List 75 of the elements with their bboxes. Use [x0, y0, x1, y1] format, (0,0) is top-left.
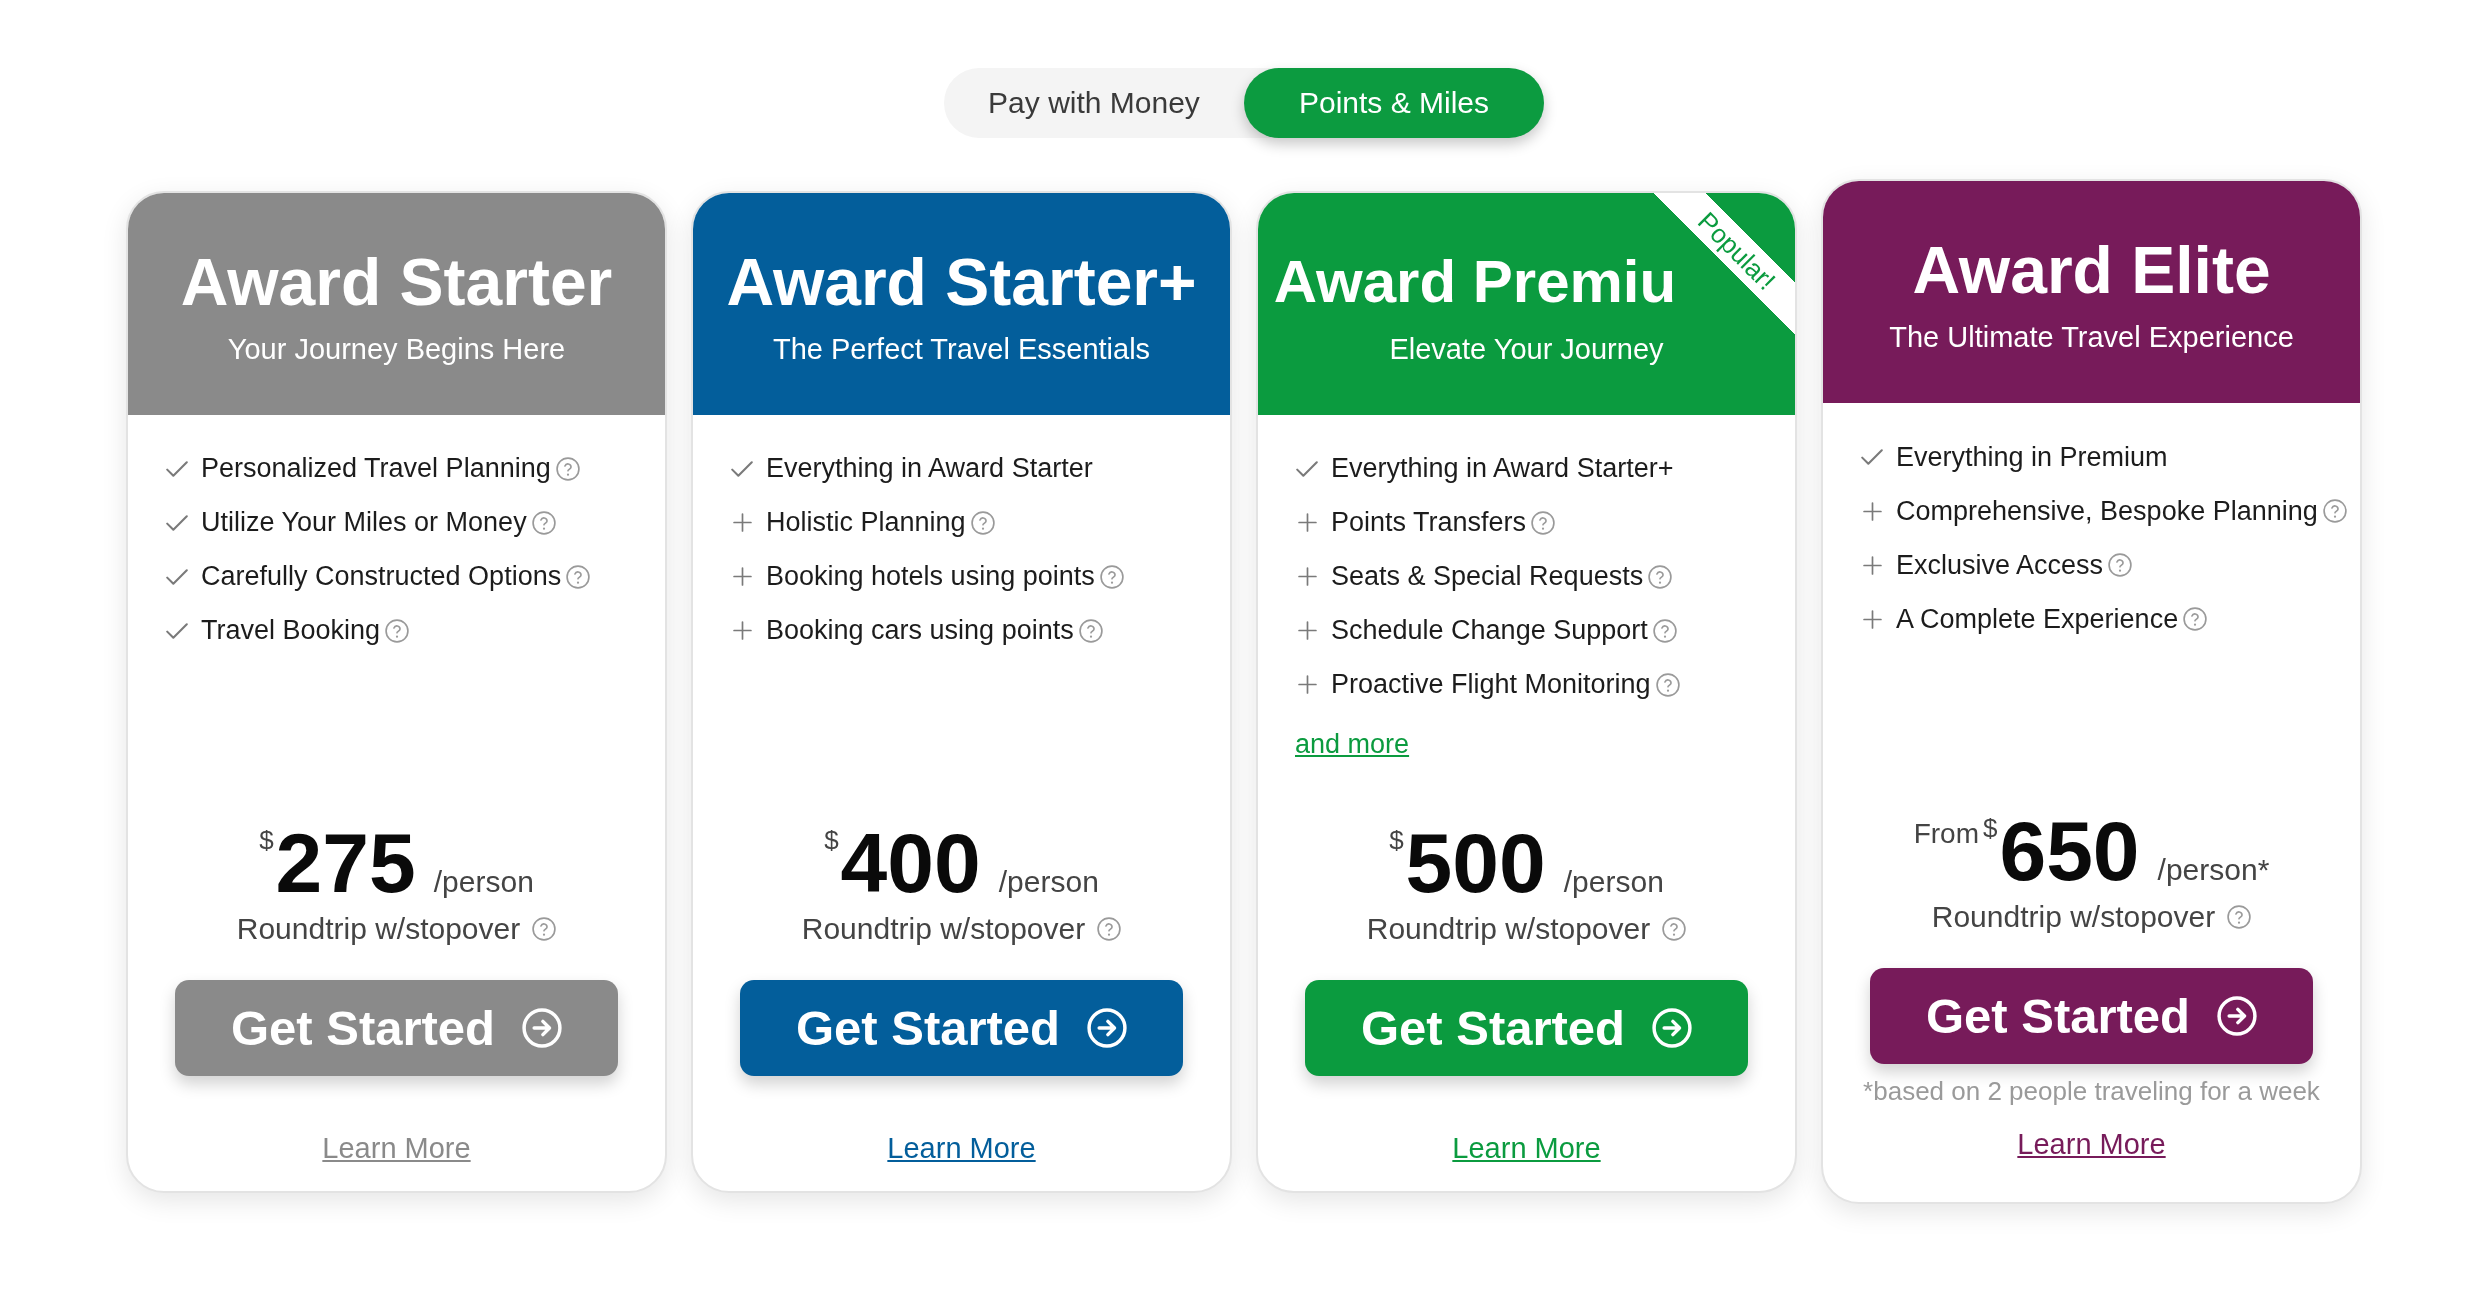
plan-title: Award Premiu: [1273, 248, 1677, 315]
currency-symbol: $: [259, 826, 274, 853]
arrow-right-circle-icon: [1087, 1007, 1128, 1048]
feature-text: Seats & Special Requests: [1331, 561, 1644, 592]
get-started-button[interactable]: Get Started: [740, 979, 1183, 1076]
check-icon: [166, 568, 188, 585]
check-icon: [1861, 449, 1883, 465]
plus-icon: [1297, 621, 1317, 640]
feature-text: Everything in Premium: [1896, 441, 2168, 473]
price-unit: /person: [1563, 864, 1664, 899]
feature-text: Travel Booking: [201, 615, 381, 646]
plus-icon: [1297, 675, 1317, 694]
feature-text: Utilize Your Miles or Money: [201, 507, 527, 538]
plan-title: Award Starter+: [726, 248, 1197, 315]
price-unit: /person: [433, 864, 534, 899]
toggle-option[interactable]: Points & Miles: [1244, 68, 1544, 138]
feature-text: Schedule Change Support: [1331, 615, 1648, 646]
plus-icon: [1862, 501, 1882, 521]
plus-icon: [1862, 555, 1882, 575]
arrow-right-circle-icon: [1652, 1007, 1693, 1048]
price-note: Roundtrip w/stopover: [1366, 911, 1651, 946]
price-note: Roundtrip w/stopover: [236, 911, 521, 946]
feature-text: Proactive Flight Monitoring: [1331, 669, 1651, 700]
plan-subtitle: Your Journey Begins Here: [227, 332, 566, 365]
check-icon: [166, 514, 188, 531]
feature-text: Comprehensive, Bespoke Planning: [1896, 495, 2318, 527]
feature-text: Everything in Award Starter: [766, 453, 1093, 484]
feature-text: A Complete Experience: [1896, 603, 2179, 635]
learn-more-link[interactable]: Learn More: [887, 1129, 1036, 1166]
get-started-button[interactable]: Get Started: [1870, 968, 2313, 1064]
plan-title: Award Elite: [1912, 237, 2271, 303]
price-amount: 500: [1405, 820, 1546, 905]
plus-icon: [1862, 609, 1882, 629]
footnote-text: *based on 2 people traveling for a week: [1863, 1076, 2320, 1106]
plus-icon: [1297, 567, 1317, 586]
feature-text: Exclusive Access: [1896, 549, 2104, 581]
price-amount: 275: [275, 820, 416, 905]
price-unit: /person*: [2157, 853, 2270, 887]
currency-symbol: $: [1982, 815, 1998, 841]
plan-subtitle: The Ultimate Travel Experience: [1889, 321, 2294, 353]
feature-text: Booking hotels using points: [766, 561, 1095, 592]
price-amount: 650: [1999, 809, 2140, 893]
price-amount: 400: [840, 820, 981, 905]
learn-more-link[interactable]: Learn More: [1452, 1129, 1601, 1166]
plus-icon: [732, 513, 752, 532]
currency-symbol: $: [1389, 826, 1404, 853]
feature-text: Carefully Constructed Options: [201, 561, 562, 592]
feature-text: Booking cars using points: [766, 615, 1074, 646]
price-note: Roundtrip w/stopover: [1931, 900, 2216, 934]
plan-subtitle: Elevate Your Journey: [1389, 332, 1664, 365]
price-note: Roundtrip w/stopover: [801, 911, 1086, 946]
plan-title: Award Starter: [180, 248, 613, 315]
currency-symbol: $: [824, 826, 839, 853]
get-started-button[interactable]: Get Started: [1305, 979, 1748, 1076]
plus-icon: [732, 567, 752, 586]
price-unit: /person: [998, 864, 1099, 899]
feature-text: Personalized Travel Planning: [201, 453, 551, 484]
get-started-button[interactable]: Get Started: [175, 979, 618, 1076]
plus-icon: [732, 621, 752, 640]
feature-text: Points Transfers: [1331, 507, 1527, 538]
arrow-right-circle-icon: [522, 1007, 563, 1048]
learn-more-link[interactable]: Learn More: [2017, 1126, 2166, 1162]
check-icon: [731, 460, 753, 477]
check-icon: [166, 460, 188, 477]
feature-text: Everything in Award Starter+: [1331, 453, 1674, 484]
plan-subtitle: The Perfect Travel Essentials: [772, 332, 1151, 365]
price-prefix: From: [1913, 820, 1979, 848]
feature-text: Holistic Planning: [766, 507, 966, 538]
arrow-right-circle-icon: [2217, 996, 2258, 1036]
learn-more-link[interactable]: Learn More: [322, 1129, 471, 1166]
check-icon: [1296, 460, 1318, 477]
more-link[interactable]: and more: [1295, 727, 1410, 760]
plus-icon: [1297, 513, 1317, 532]
check-icon: [166, 622, 188, 639]
toggle-option[interactable]: Pay with Money: [944, 68, 1244, 138]
